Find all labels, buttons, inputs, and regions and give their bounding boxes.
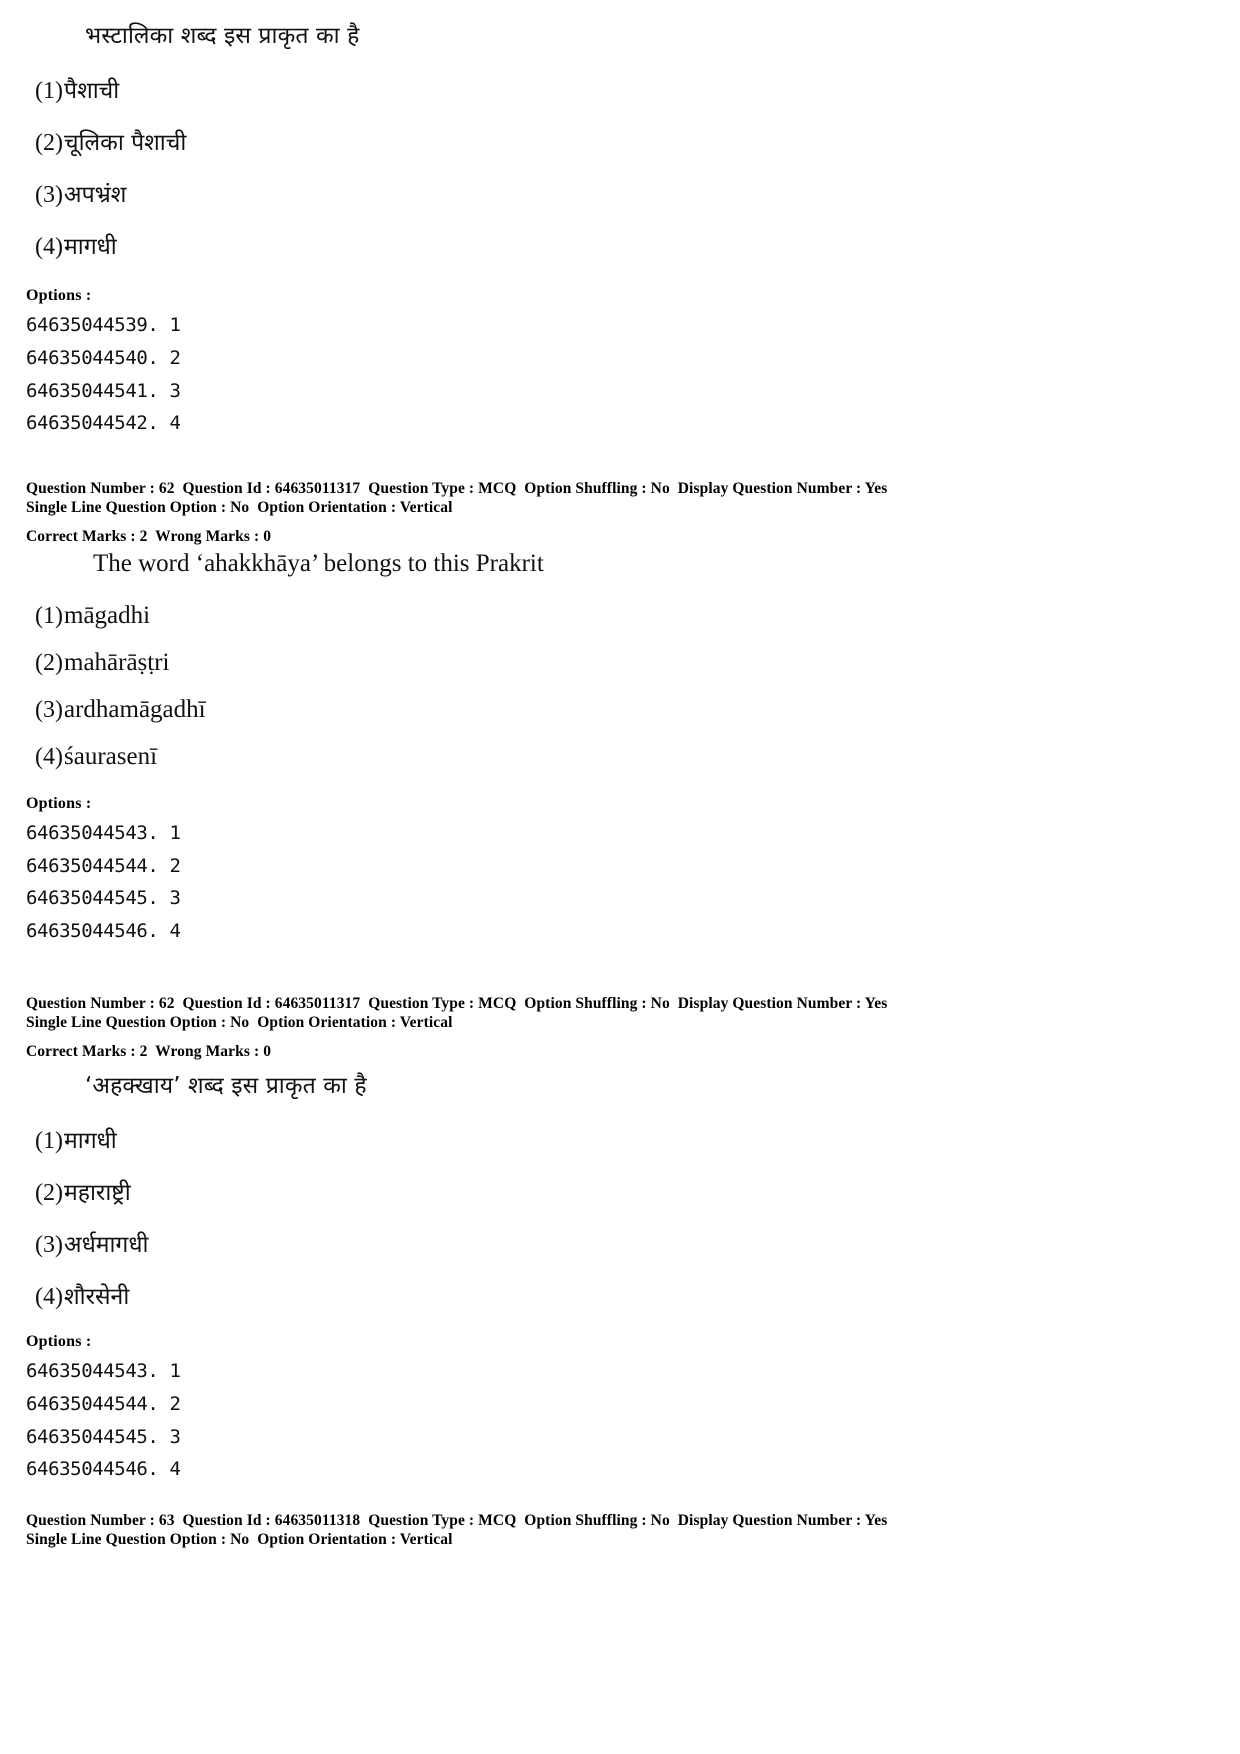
- answer-option[interactable]: (4) śaurasenī: [0, 743, 1240, 771]
- option-label: चूलिका पैशाची: [64, 130, 187, 157]
- metadata-line-2: Single Line Question Option : No Option …: [26, 498, 453, 516]
- option-label: māgadhi: [64, 602, 151, 629]
- question-text: The word ‘ahakkhāya’ belongs to this Pra…: [93, 550, 544, 577]
- metadata-line-2: Single Line Question Option : No Option …: [26, 1013, 453, 1031]
- question-metadata-63: Question Number : 63 Question Id : 64635…: [0, 1512, 1240, 1550]
- options-heading: Options :: [26, 795, 92, 812]
- option-id: 64635044546. 4: [26, 1458, 181, 1481]
- question-block-62-hindi-b: ‘अहक्खाय’ शब्द इस प्राकृत का है (1) मागध…: [0, 1072, 1240, 1486]
- option-number: (1): [35, 603, 63, 629]
- question-metadata-62-second: Question Number : 62 Question Id : 64635…: [0, 995, 1240, 1062]
- answer-option-list: (1) मागधी (2) महाराष्ट्री (3) अर्धमागधी …: [0, 1123, 1240, 1311]
- metadata-line-3: Correct Marks : 2 Wrong Marks : 0: [26, 1042, 272, 1060]
- option-id: 64635044542. 4: [26, 412, 181, 435]
- answer-option-list: (1) पैशाची (2) चूलिका पैशाची (3) अपभ्रंश…: [0, 73, 1240, 261]
- option-label: मागधी: [64, 234, 117, 261]
- answer-option[interactable]: (1) मागधी: [0, 1123, 1240, 1155]
- option-id: 64635044543. 1: [26, 1360, 181, 1383]
- answer-option[interactable]: (2) mahārāṣṭri: [0, 649, 1240, 677]
- option-id: 64635044539. 1: [26, 314, 181, 337]
- option-label: पैशाची: [64, 78, 120, 105]
- option-label: शौरसेनी: [64, 1284, 130, 1311]
- option-label: मागधी: [64, 1128, 117, 1155]
- option-id: 64635044546. 4: [26, 920, 181, 943]
- option-number: (2): [35, 1180, 63, 1207]
- answer-option[interactable]: (1) māgadhi: [0, 602, 1240, 630]
- option-id-list: 64635044543. 1 64635044544. 2 6463504454…: [0, 817, 1240, 948]
- option-number: (4): [35, 744, 63, 770]
- answer-option[interactable]: (2) चूलिका पैशाची: [0, 125, 1240, 157]
- option-label: महाराष्ट्री: [64, 1180, 131, 1207]
- answer-option[interactable]: (3) ardhamāgadhī: [0, 696, 1240, 724]
- answer-option[interactable]: (3) अपभ्रंश: [0, 177, 1240, 209]
- metadata-line-1: Question Number : 62 Question Id : 64635…: [26, 995, 888, 1012]
- option-id-list: 64635044543. 1 64635044544. 2 6463504454…: [0, 1355, 1240, 1486]
- option-id: 64635044545. 3: [26, 1425, 181, 1448]
- option-label: mahārāṣṭri: [64, 649, 170, 676]
- option-id: 64635044540. 2: [26, 347, 181, 370]
- metadata-line-2: Single Line Question Option : No Option …: [26, 1530, 453, 1548]
- option-label: ardhamāgadhī: [64, 696, 206, 723]
- exam-question-page: भस्टालिका शब्द इस प्राकृत का है (1) पैशा…: [0, 0, 1240, 1754]
- option-id: 64635044544. 2: [26, 1393, 181, 1416]
- option-id-list: 64635044539. 1 64635044540. 2 6463504454…: [0, 309, 1240, 440]
- option-label: अर्धमागधी: [64, 1232, 149, 1259]
- option-number: (4): [35, 1284, 63, 1311]
- option-id: 64635044544. 2: [26, 854, 181, 877]
- option-label: śaurasenī: [64, 743, 158, 770]
- metadata-line-1: Question Number : 62 Question Id : 64635…: [26, 480, 888, 497]
- option-id: 64635044545. 3: [26, 887, 181, 910]
- answer-option[interactable]: (3) अर्धमागधी: [0, 1227, 1240, 1259]
- option-number: (2): [35, 650, 63, 676]
- answer-option[interactable]: (2) महाराष्ट्री: [0, 1175, 1240, 1207]
- option-number: (2): [35, 130, 63, 157]
- option-number: (1): [35, 78, 63, 105]
- option-number: (3): [35, 697, 63, 723]
- answer-option[interactable]: (4) मागधी: [0, 229, 1240, 261]
- option-id: 64635044541. 3: [26, 379, 181, 402]
- options-heading: Options :: [26, 287, 92, 305]
- question-block-62-hindi-a: भस्टालिका शब्द इस प्राकृत का है (1) पैशा…: [0, 22, 1240, 440]
- question-text: ‘अहक्खाय’ शब्द इस प्राकृत का है: [85, 1073, 367, 1099]
- options-heading: Options :: [26, 1333, 92, 1351]
- question-block-62-english: The word ‘ahakkhāya’ belongs to this Pra…: [0, 548, 1240, 948]
- option-number: (1): [35, 1128, 63, 1155]
- option-number: (3): [35, 182, 63, 209]
- question-metadata-62-first: Question Number : 62 Question Id : 64635…: [0, 480, 1240, 547]
- option-label: अपभ्रंश: [64, 182, 127, 209]
- answer-option[interactable]: (4) शौरसेनी: [0, 1279, 1240, 1311]
- option-number: (4): [35, 234, 63, 261]
- question-text: भस्टालिका शब्द इस प्राकृत का है: [85, 23, 360, 49]
- answer-option[interactable]: (1) पैशाची: [0, 73, 1240, 105]
- option-id: 64635044543. 1: [26, 822, 181, 844]
- option-number: (3): [35, 1232, 63, 1259]
- metadata-line-3: Correct Marks : 2 Wrong Marks : 0: [26, 527, 272, 545]
- metadata-line-1: Question Number : 63 Question Id : 64635…: [26, 1512, 888, 1529]
- answer-option-list: (1) māgadhi (2) mahārāṣṭri (3) ardhamāga…: [0, 602, 1240, 771]
